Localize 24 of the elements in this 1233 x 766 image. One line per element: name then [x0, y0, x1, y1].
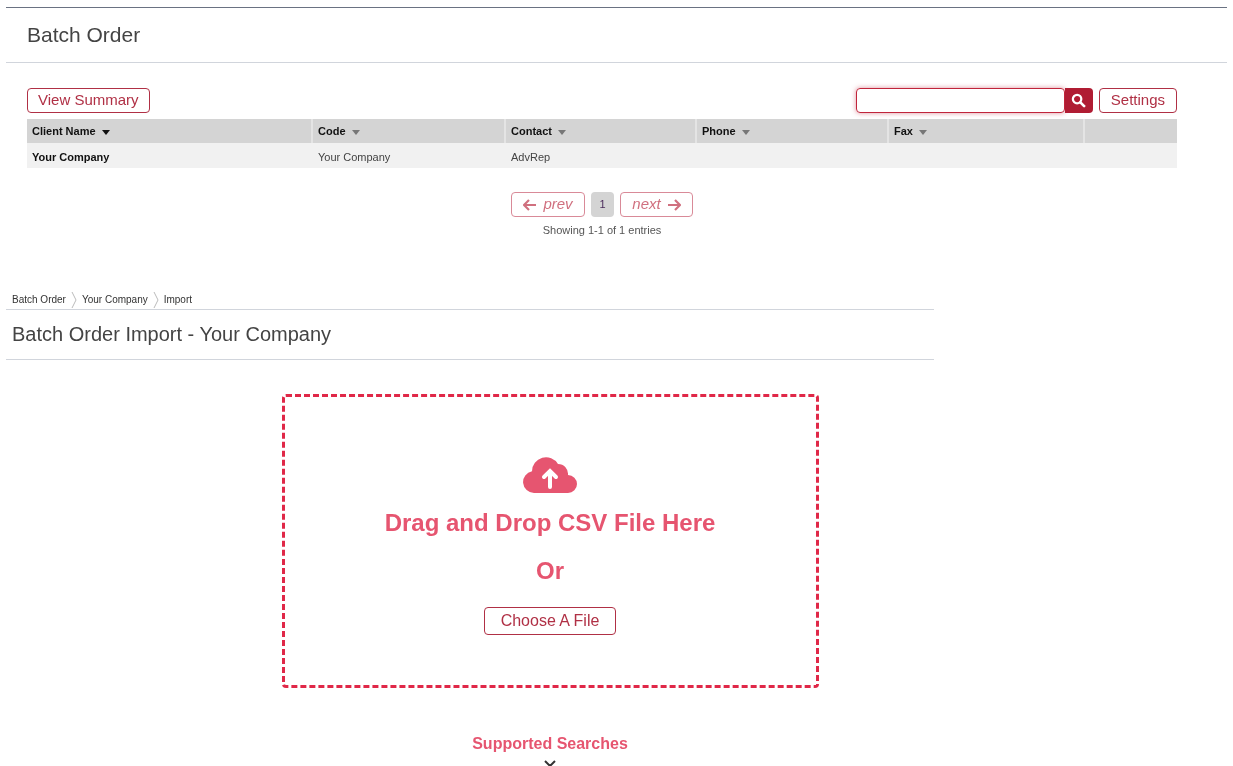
- supported-searches-toggle[interactable]: Supported Searches: [472, 731, 628, 756]
- dropzone[interactable]: Drag and Drop CSV File Here Or Choose A File: [281, 393, 819, 688]
- table-cell: Your Company: [318, 150, 391, 163]
- search-icon: [1071, 93, 1087, 108]
- arrow-right-icon: [666, 198, 681, 211]
- view-summary-button[interactable]: View Summary: [27, 88, 150, 113]
- cloud-upload-icon: [522, 454, 578, 493]
- page-button[interactable]: 1: [591, 192, 614, 217]
- search-button[interactable]: [1064, 88, 1093, 113]
- or-label: Or: [536, 555, 564, 586]
- entries-info: Showing 1-1 of 1 entries: [542, 223, 662, 238]
- import-title: Batch Order Import - Your Company: [12, 322, 332, 347]
- breadcrumb-separator-icon: [152, 291, 159, 308]
- table-cell[interactable]: Your Company: [32, 150, 110, 163]
- choose-file-button[interactable]: Choose A File: [483, 606, 617, 635]
- page-title: Batch Order: [27, 22, 141, 49]
- table-cell: AdvRep: [511, 150, 551, 163]
- search-field[interactable]: [855, 88, 1065, 113]
- breadcrumb-link[interactable]: Your Company: [81, 292, 148, 307]
- settings-button[interactable]: Settings: [1098, 88, 1177, 113]
- breadcrumb-link[interactable]: Batch Order: [12, 292, 66, 307]
- drop-heading: Drag and Drop CSV File Here: [384, 507, 716, 538]
- breadcrumb-separator-icon: [70, 291, 77, 308]
- arrow-left-icon: [523, 198, 538, 211]
